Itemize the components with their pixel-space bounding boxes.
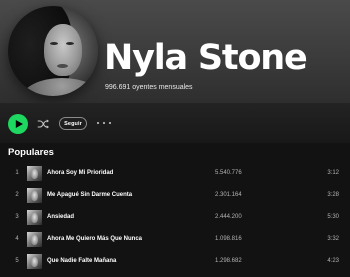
track-duration: 3:28 xyxy=(327,192,339,198)
play-icon xyxy=(15,120,23,128)
track-title[interactable]: Que Nadie Falte Mañana xyxy=(47,258,116,264)
more-dot xyxy=(109,122,111,124)
avatar-lips xyxy=(57,64,68,68)
action-bar: Seguir xyxy=(0,103,350,143)
more-dot xyxy=(97,122,99,124)
track-cover xyxy=(27,210,42,225)
shuffle-icon[interactable] xyxy=(37,118,49,130)
track-row[interactable]: 1 Ahora Soy Mi Prioridad 5.540.776 3:12 xyxy=(0,163,350,185)
artist-header: Nyla Stone 996.691 oyentes mensuales xyxy=(0,0,350,103)
track-title[interactable]: Ansiedad xyxy=(47,214,74,220)
track-plays: 5.540.776 xyxy=(215,170,242,176)
artist-page: Nyla Stone 996.691 oyentes mensuales Seg… xyxy=(0,0,350,277)
track-duration: 3:32 xyxy=(327,236,339,242)
track-duration: 5:30 xyxy=(327,214,339,220)
track-duration: 3:12 xyxy=(327,170,339,176)
track-plays: 2.301.164 xyxy=(215,192,242,198)
track-number: 5 xyxy=(15,258,19,264)
more-dot xyxy=(103,122,105,124)
track-number: 2 xyxy=(15,192,19,198)
track-row[interactable]: 2 Me Apagué Sin Darme Cuenta 2.301.164 3… xyxy=(0,185,350,207)
track-row[interactable]: 3 Ansiedad 2.444.200 5:30 xyxy=(0,207,350,229)
track-title[interactable]: Ahora Soy Mi Prioridad xyxy=(47,170,113,176)
track-row[interactable]: 4 Ahora Me Quiero Más Que Nunca 1.098.81… xyxy=(0,229,350,251)
artist-name: Nyla Stone xyxy=(104,38,308,78)
track-number: 3 xyxy=(15,214,19,220)
more-options-icon[interactable] xyxy=(97,117,111,129)
track-plays: 1.298.682 xyxy=(215,258,242,264)
popular-track-list: 1 Ahora Soy Mi Prioridad 5.540.776 3:12 … xyxy=(0,163,350,273)
track-cover xyxy=(27,254,42,269)
avatar-eye xyxy=(50,42,58,45)
track-row[interactable]: 5 Que Nadie Falte Mañana 1.298.682 4:23 xyxy=(0,251,350,273)
follow-button[interactable]: Seguir xyxy=(59,117,87,130)
popular-section-title: Populares xyxy=(8,147,54,158)
monthly-listeners: 996.691 oyentes mensuales xyxy=(105,84,193,91)
track-cover xyxy=(27,232,42,247)
track-title[interactable]: Me Apagué Sin Darme Cuenta xyxy=(47,192,132,198)
track-plays: 1.098.816 xyxy=(215,236,242,242)
track-cover xyxy=(27,188,42,203)
track-plays: 2.444.200 xyxy=(215,214,242,220)
track-title[interactable]: Ahora Me Quiero Más Que Nunca xyxy=(47,236,142,242)
play-button[interactable] xyxy=(8,114,28,134)
track-cover xyxy=(27,166,42,181)
track-duration: 4:23 xyxy=(327,258,339,264)
avatar-eye xyxy=(66,42,74,45)
track-number: 1 xyxy=(15,170,19,176)
avatar-face xyxy=(44,24,82,76)
artist-avatar xyxy=(8,6,98,96)
track-number: 4 xyxy=(15,236,19,242)
